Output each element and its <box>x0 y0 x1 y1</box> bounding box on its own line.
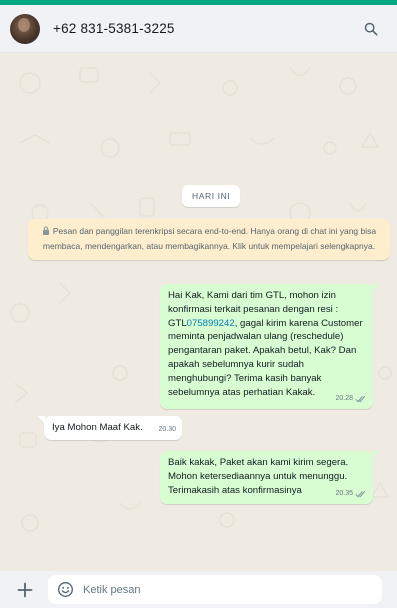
message-outgoing[interactable]: Hai Kak, Kami dari tim GTL, mohon izin k… <box>160 284 379 409</box>
message-incoming[interactable]: Iya Mohon Maaf Kak. 20.30 <box>38 416 182 440</box>
message-text: Hai Kak, Kami dari tim GTL, mohon izin k… <box>168 290 363 398</box>
contact-avatar[interactable] <box>10 13 40 44</box>
lock-icon <box>42 226 49 235</box>
message-meta: 20.30 <box>158 423 176 437</box>
encryption-notice-text: Pesan dan panggilan terenkripsi secara e… <box>42 226 377 251</box>
emoji-icon <box>57 582 73 597</box>
double-check-icon <box>355 491 366 498</box>
message-input[interactable] <box>83 583 374 596</box>
message-time: 20.30 <box>158 426 176 434</box>
encryption-notice[interactable]: Pesan dan panggilan terenkripsi secara e… <box>28 219 390 260</box>
message-composer <box>0 571 397 608</box>
search-icon <box>364 22 378 35</box>
message-outgoing[interactable]: Baik kakak, Paket akan kami kirim segera… <box>160 451 379 504</box>
message-input-wrapper <box>48 575 382 604</box>
attach-button[interactable] <box>14 579 36 601</box>
chat-header: +62 831-5381-3225 <box>0 5 397 53</box>
date-chip: HARI INI <box>182 185 241 207</box>
double-check-icon <box>355 396 366 403</box>
message-meta: 20.28 <box>335 392 367 406</box>
search-button[interactable] <box>359 17 383 41</box>
contact-name[interactable]: +62 831-5381-3225 <box>53 21 359 36</box>
message-link[interactable]: 075899242 <box>187 318 235 329</box>
message-time: 20.28 <box>335 395 353 403</box>
message-time: 20.35 <box>335 490 353 498</box>
message-meta: 20.35 <box>335 487 367 501</box>
emoji-button[interactable] <box>56 581 74 599</box>
plus-icon <box>17 582 33 597</box>
message-text: Iya Mohon Maaf Kak. <box>52 422 143 433</box>
